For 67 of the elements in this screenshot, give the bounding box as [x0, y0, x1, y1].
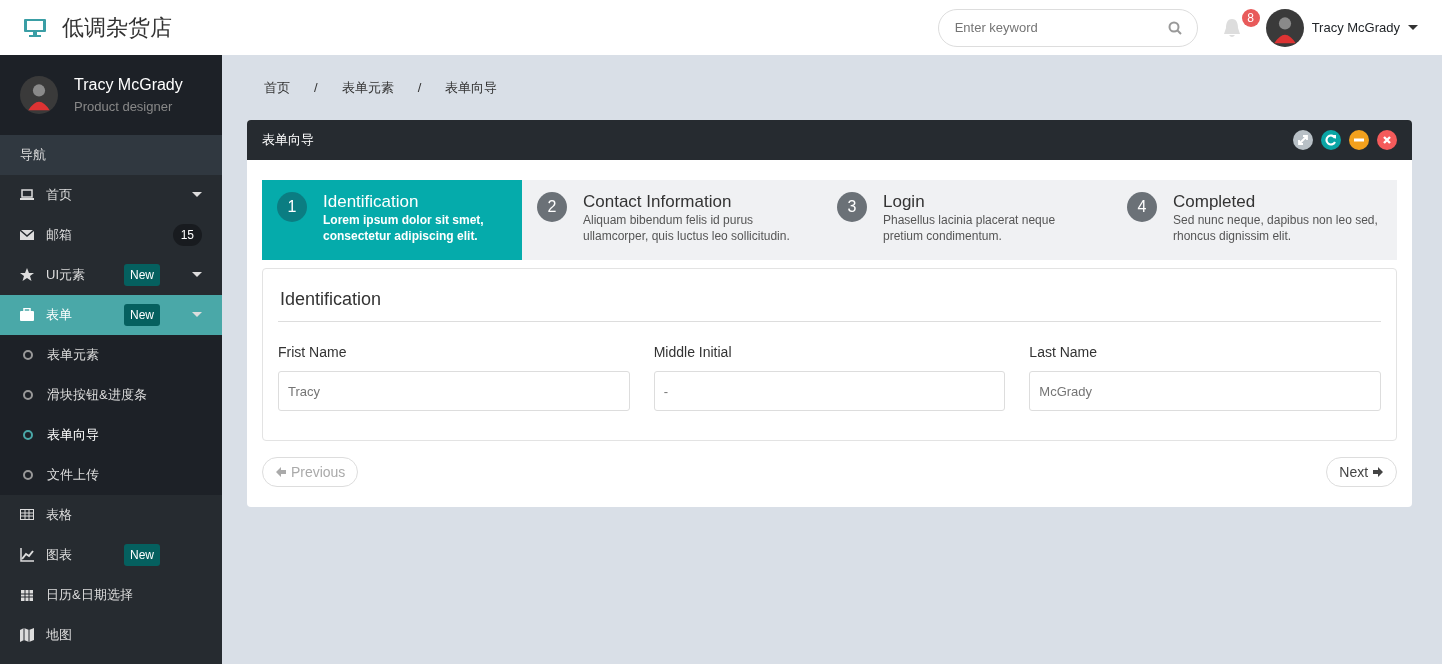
menu-item[interactable]: 图表 New — [0, 535, 222, 575]
menu-item[interactable]: 表格 — [0, 495, 222, 535]
wizard-step[interactable]: 4 Completed Sed nunc neque, dapibus non leo sed, rhoncus dignissim elit. — [1112, 180, 1397, 260]
bell-icon — [1221, 16, 1242, 39]
caret-icon — [1408, 24, 1418, 31]
calendar-icon — [20, 588, 34, 602]
expand-icon — [1295, 132, 1311, 148]
wizard-step[interactable]: 2 Contact Information Aliquam bibendum felis id purus ullamcorper, quis luctus leo sollicitudin. — [522, 180, 822, 260]
field-label: Frist Name — [278, 343, 348, 362]
section-title: Identification — [278, 284, 1381, 322]
breadcrumb-separator: / — [417, 78, 422, 97]
brand-title: 低调杂货店 — [62, 14, 172, 42]
breadcrumb-link[interactable]: 首页 — [264, 77, 290, 98]
wizard-step[interactable]: 3 Login Phasellus lacinia placerat neque pretium condimentum. — [822, 180, 1112, 260]
notification-count: 8 — [1241, 8, 1260, 27]
menu-item[interactable]: UI元素 New — [0, 255, 222, 295]
input-field[interactable]: Tracy — [278, 371, 630, 411]
circle-icon — [23, 350, 33, 360]
table-icon — [20, 508, 34, 522]
breadcrumb-link[interactable]: 表单向导 — [445, 77, 498, 98]
laptop-icon — [20, 188, 34, 202]
wizard-step[interactable]: 1 Identification Lorem ipsum dolor sit smet, consectetur adipiscing elit. — [262, 180, 522, 260]
submenu-item[interactable]: 表单元素 — [0, 335, 222, 375]
monitor-icon — [24, 18, 46, 37]
next-button[interactable]: Next — [1326, 457, 1397, 487]
new-badge: New — [124, 544, 160, 566]
submenu-item[interactable]: 滑块按钮&进度条 — [0, 375, 222, 415]
panel-title: 表单向导 — [262, 131, 314, 150]
avatar — [20, 76, 58, 114]
envelope-icon — [20, 228, 34, 242]
search-field[interactable]: Enter keyword — [937, 8, 1198, 47]
menu-item[interactable]: 表单 New — [0, 295, 222, 335]
input-field[interactable]: McGrady — [1029, 371, 1381, 411]
submenu-item[interactable]: 表单向导 — [0, 415, 222, 455]
map-icon — [20, 628, 34, 642]
minimize-button[interactable] — [1349, 130, 1369, 150]
refresh-icon — [1323, 132, 1339, 148]
arrow-left-icon — [275, 465, 287, 478]
briefcase-icon — [20, 308, 34, 322]
search-icon — [1167, 20, 1182, 35]
menu-item[interactable]: 首页 — [0, 175, 222, 215]
circle-icon — [23, 470, 33, 480]
nav-section-title: 导航 — [0, 135, 222, 175]
count-badge: 15 — [172, 224, 202, 246]
breadcrumb-separator: / — [314, 78, 318, 97]
field-label: Last Name — [1029, 343, 1099, 362]
user-name: Tracy McGrady — [74, 75, 183, 96]
menu-item[interactable]: 地图 — [0, 615, 222, 655]
input-field[interactable]: - — [653, 371, 1006, 411]
user-role: Product designer — [74, 98, 174, 117]
circle-icon — [23, 390, 33, 400]
expand-button[interactable] — [1293, 130, 1313, 150]
refresh-button[interactable] — [1321, 130, 1341, 150]
circle-icon — [23, 430, 33, 440]
avatar — [1265, 8, 1304, 47]
new-badge: New — [124, 264, 160, 286]
star-icon — [20, 268, 34, 282]
submenu-item[interactable]: 文件上传 — [0, 455, 222, 495]
menu-item[interactable]: 邮箱 15 — [0, 215, 222, 255]
field-label: Middle Initial — [653, 343, 733, 362]
menu-item[interactable]: 日历&日期选择 — [0, 575, 222, 615]
arrow-right-icon — [1372, 465, 1384, 478]
breadcrumb-link[interactable]: 表单元素 — [341, 77, 394, 98]
user-name[interactable]: Tracy McGrady — [1311, 17, 1400, 38]
close-button[interactable] — [1377, 130, 1397, 150]
new-badge: New — [124, 304, 160, 326]
line-chart-icon — [20, 548, 34, 562]
